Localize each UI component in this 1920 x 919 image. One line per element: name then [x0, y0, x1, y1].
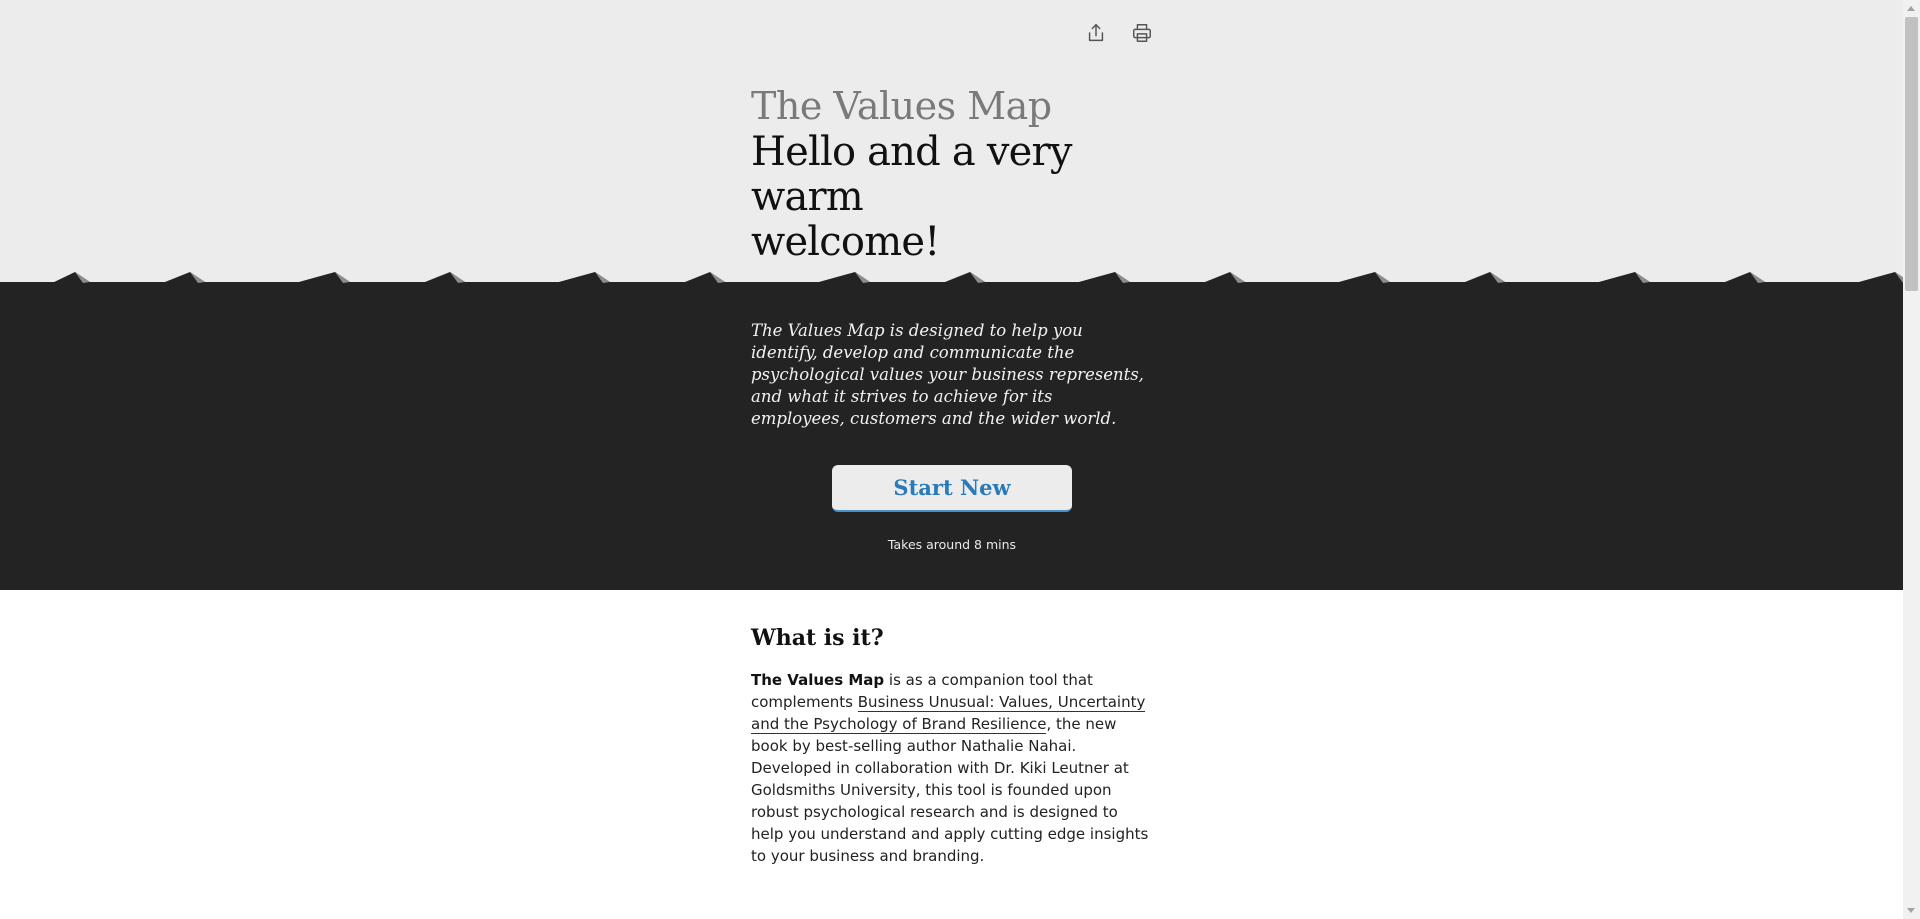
scrollbar-thumb[interactable] [1905, 17, 1918, 291]
welcome-heading: Hello and a very warm welcome! [751, 130, 1151, 265]
torn-edge-divider [0, 272, 1903, 310]
duration-note: Takes around 8 mins [887, 537, 1017, 552]
vertical-scrollbar[interactable] [1903, 0, 1920, 919]
start-new-button[interactable]: Start New [832, 465, 1072, 512]
scroll-up-icon[interactable] [1907, 6, 1915, 11]
print-icon[interactable] [1129, 20, 1155, 46]
intro-text: The Values Map is designed to help you i… [751, 321, 1144, 428]
share-icon[interactable] [1083, 20, 1109, 46]
about-paragraph: The Values Map is as a companion tool th… [751, 669, 1151, 867]
about-text-2: , the new book by best-selling author Na… [751, 715, 1149, 865]
welcome-line-2: welcome! [751, 219, 940, 265]
page: The Values Map Hello and a very warm wel… [0, 0, 1903, 919]
scroll-down-icon[interactable] [1907, 908, 1915, 913]
welcome-line-1: Hello and a very warm [751, 129, 1072, 220]
app-title: The Values Map [751, 84, 1052, 128]
hero-header: The Values Map Hello and a very warm wel… [0, 0, 1903, 300]
section-heading: What is it? [751, 625, 884, 651]
product-name: The Values Map [751, 671, 885, 689]
